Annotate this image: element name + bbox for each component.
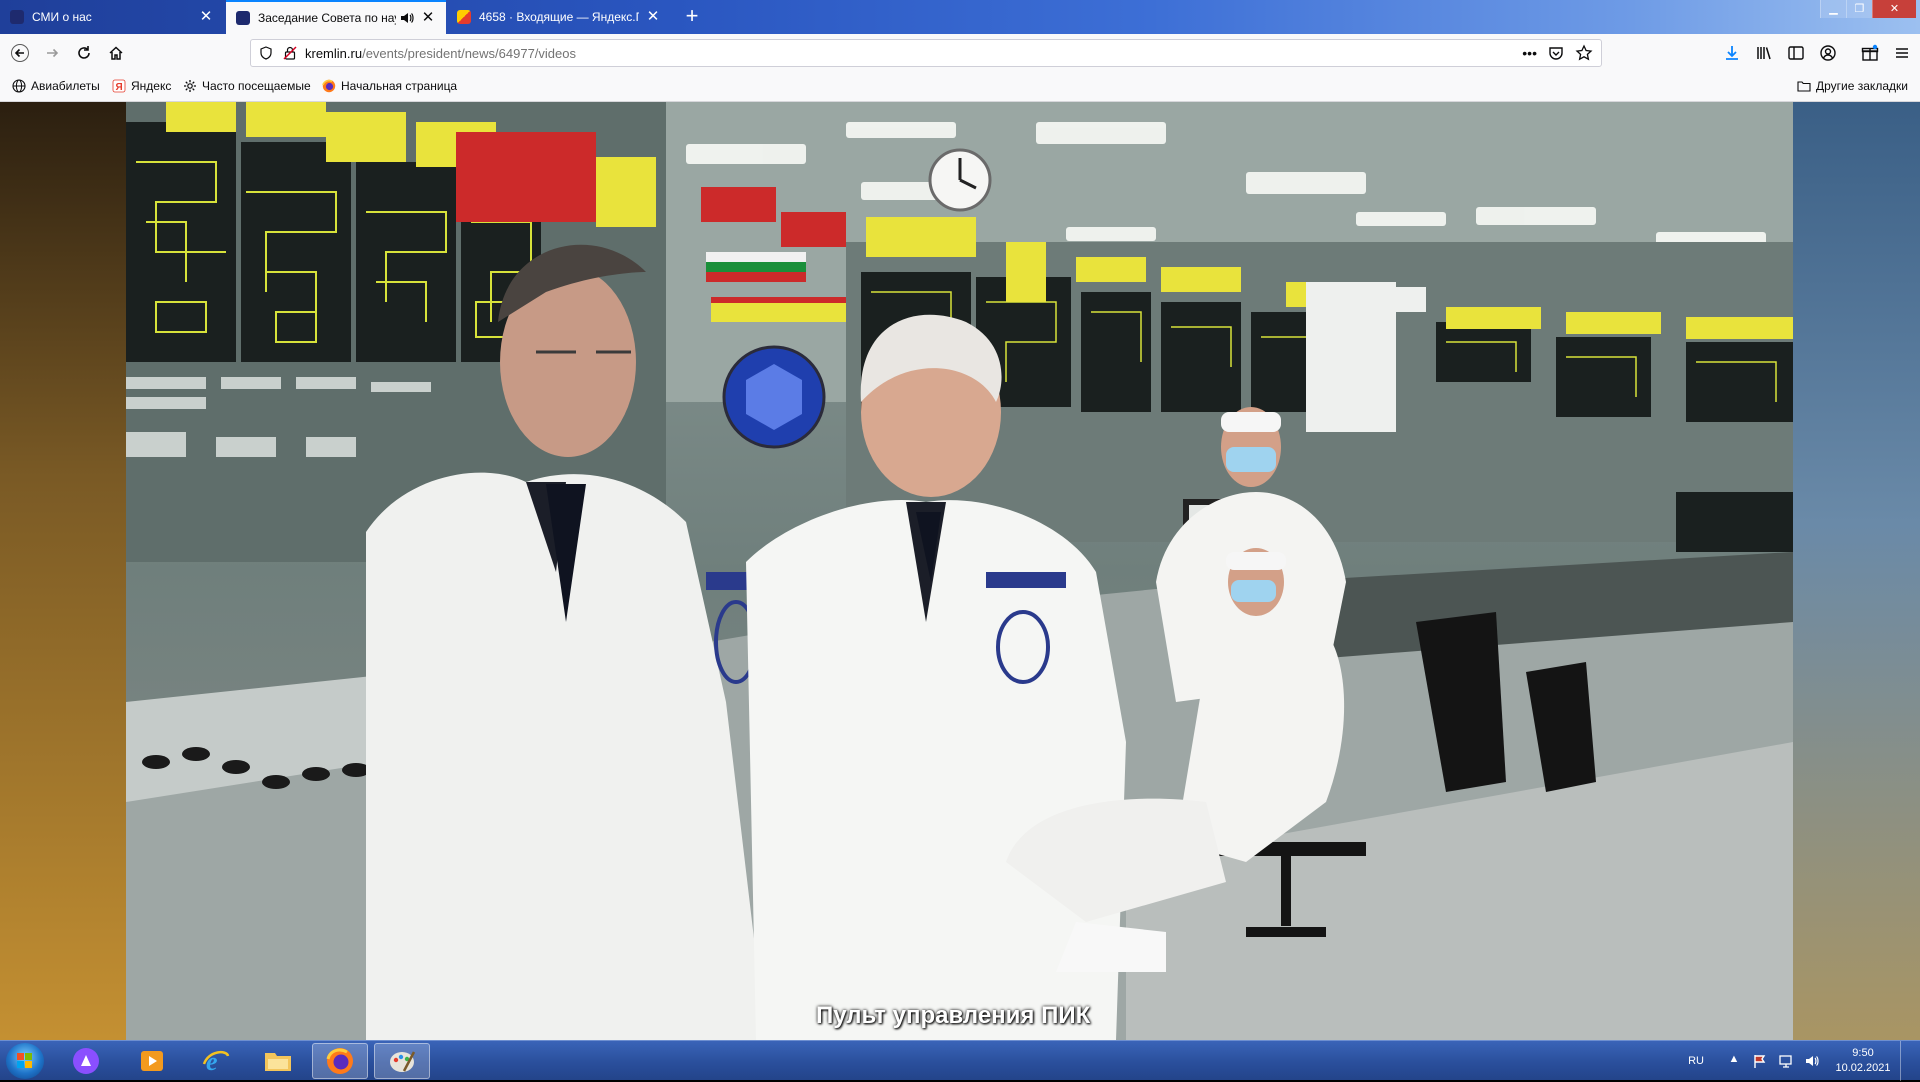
- close-icon[interactable]: ✕: [198, 9, 214, 25]
- close-icon[interactable]: ✕: [645, 9, 661, 25]
- clock-date: 10.02.2021: [1835, 1062, 1891, 1074]
- tab-council-meeting[interactable]: Заседание Совета по науке ✕: [226, 0, 446, 34]
- page-background-right: [1793, 102, 1920, 1040]
- window-controls: ▁ ❐ ✕: [1820, 0, 1916, 18]
- firefox-icon: [326, 1048, 353, 1074]
- minimize-button[interactable]: ▁: [1820, 0, 1846, 18]
- bookmark-star-icon[interactable]: [1575, 44, 1593, 62]
- url-bar[interactable]: kremlin.ru/events/president/news/64977/v…: [250, 39, 1602, 67]
- start-button[interactable]: [6, 1043, 44, 1079]
- speaker-icon[interactable]: [400, 11, 414, 25]
- kremlin-favicon-icon: [10, 10, 24, 24]
- taskbar-media-player[interactable]: [124, 1043, 180, 1079]
- new-tab-button[interactable]: +: [678, 2, 706, 30]
- bookmark-most-visited[interactable]: Часто посещаемые: [183, 79, 311, 93]
- other-bookmarks-label: Другие закладки: [1816, 79, 1908, 93]
- close-icon[interactable]: ✕: [420, 10, 436, 26]
- page-actions-icon[interactable]: •••: [1522, 44, 1537, 62]
- bookmark-label: Яндекс: [131, 79, 172, 93]
- kremlin-favicon-icon: [236, 11, 250, 25]
- downloads-button[interactable]: [1718, 39, 1746, 67]
- taskbar-firefox[interactable]: [312, 1043, 368, 1079]
- sidebar-button[interactable]: [1782, 39, 1810, 67]
- folder-icon: [265, 1053, 291, 1071]
- tab-title: СМИ о нас: [32, 10, 92, 24]
- action-center-flag-icon[interactable]: [1752, 1053, 1768, 1069]
- hamburger-menu-icon: [1896, 48, 1908, 58]
- gear-icon: [184, 80, 196, 92]
- insecure-lock-icon[interactable]: [283, 46, 297, 60]
- clock-time: 9:50: [1852, 1047, 1874, 1059]
- system-tray: RU ▲ 9:50 10.02.2021: [1688, 1041, 1910, 1081]
- language-indicator[interactable]: RU: [1688, 1055, 1704, 1067]
- other-bookmarks[interactable]: Другие закладки: [1797, 79, 1908, 93]
- download-icon: [1726, 46, 1738, 60]
- folder-icon: [1797, 81, 1811, 92]
- windows-taskbar: e RU ▲ 9:50 10.02.2021: [0, 1040, 1920, 1081]
- bookmark-aviabilety[interactable]: Авиабилеты: [12, 79, 100, 93]
- library-button[interactable]: [1750, 39, 1778, 67]
- taskbar-file-explorer[interactable]: [250, 1043, 306, 1079]
- show-hidden-icons-icon[interactable]: ▲: [1726, 1053, 1742, 1069]
- account-button[interactable]: [1814, 39, 1842, 67]
- globe-icon: [12, 79, 26, 93]
- bookmark-label: Начальная страница: [341, 79, 458, 93]
- back-arrow-icon: [11, 44, 29, 62]
- home-button[interactable]: [102, 39, 130, 67]
- shield-icon[interactable]: [259, 46, 273, 60]
- tab-strip: СМИ о нас ✕ Заседание Совета по науке ✕ …: [0, 0, 1920, 34]
- windows-logo-icon: [17, 1053, 32, 1068]
- svg-text:Я: Я: [116, 82, 123, 93]
- url-path: /events/president/news/64977/videos: [362, 45, 576, 61]
- video-caption: Пульт управления ПИК: [816, 1002, 1091, 1029]
- taskbar-internet-explorer[interactable]: e: [188, 1043, 244, 1079]
- taskbar-alice[interactable]: [58, 1043, 114, 1079]
- paint-palette-icon: [390, 1051, 416, 1072]
- yandex-icon: Я: [112, 79, 126, 93]
- maximize-button[interactable]: ❐: [1846, 0, 1872, 18]
- sidebar-icon: [1788, 46, 1804, 60]
- forward-arrow-icon: [47, 48, 59, 58]
- video-player[interactable]: Пульт управления ПИК: [126, 102, 1793, 1040]
- network-icon[interactable]: [1778, 1053, 1794, 1069]
- tab-smi[interactable]: СМИ о нас ✕: [0, 0, 224, 34]
- clock[interactable]: 9:50 10.02.2021: [1834, 1046, 1892, 1076]
- media-player-icon: [141, 1051, 163, 1071]
- tab-title: 4658 · Входящие — Яндекс.Почта: [479, 10, 639, 24]
- alice-icon: [73, 1048, 99, 1074]
- tab-yandex-mail[interactable]: 4658 · Входящие — Яндекс.Почта ✕: [447, 0, 671, 34]
- url-host: kremlin.ru: [305, 45, 363, 61]
- gift-icon: [1861, 44, 1879, 61]
- reload-icon: [78, 46, 90, 59]
- home-icon: [109, 46, 123, 60]
- bookmark-label: Часто посещаемые: [202, 79, 311, 93]
- show-desktop-button[interactable]: [1900, 1041, 1910, 1081]
- account-icon: [1820, 45, 1836, 61]
- internet-explorer-icon: e: [202, 1047, 230, 1076]
- svg-text:e: e: [206, 1047, 218, 1076]
- yandex-mail-favicon-icon: [457, 10, 471, 24]
- bookmark-start-page[interactable]: Начальная страница: [322, 79, 457, 93]
- page-content: Пульт управления ПИК: [0, 102, 1920, 1040]
- bookmarks-toolbar: Авиабилеты Я Яндекс Часто посещаемые Нач…: [0, 72, 1920, 102]
- taskbar-paint[interactable]: [374, 1043, 430, 1079]
- bookmark-label: Авиабилеты: [31, 79, 100, 93]
- navigation-bar: kremlin.ru/events/president/news/64977/v…: [0, 34, 1920, 72]
- library-icon: [1757, 47, 1771, 60]
- menu-button[interactable]: [1888, 39, 1916, 67]
- bookmark-yandex[interactable]: Я Яндекс: [112, 79, 171, 93]
- reload-button[interactable]: [70, 39, 98, 67]
- firefox-icon: [322, 79, 336, 93]
- extensions-button[interactable]: [1856, 39, 1884, 67]
- close-window-button[interactable]: ✕: [1872, 0, 1916, 18]
- volume-icon[interactable]: [1804, 1053, 1820, 1069]
- tab-title: Заседание Совета по науке: [258, 11, 396, 25]
- pocket-icon[interactable]: [1547, 44, 1565, 62]
- back-button[interactable]: [6, 39, 34, 67]
- video-frame: [126, 102, 1793, 1040]
- forward-button[interactable]: [38, 39, 66, 67]
